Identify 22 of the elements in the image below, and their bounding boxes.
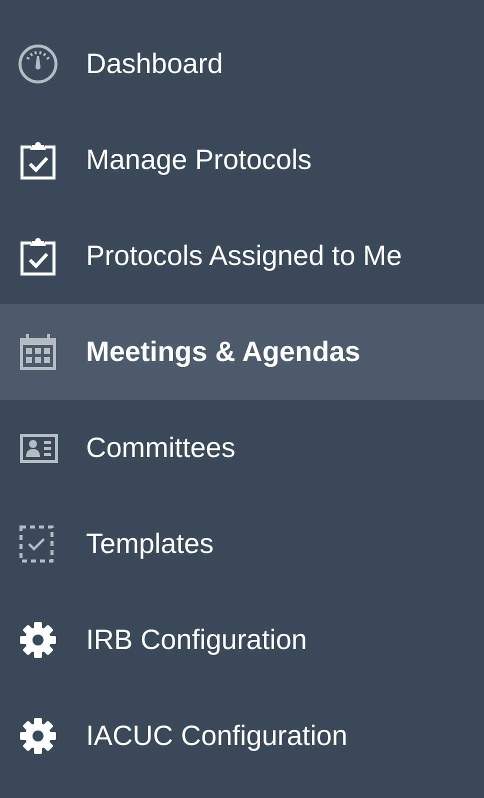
nav-item-label: IRB Configuration	[86, 624, 308, 656]
nav-item-label: IACUC Configuration	[86, 720, 348, 752]
nav-item[interactable]: Committees	[0, 400, 484, 496]
nav-item[interactable]: IRB Configuration	[0, 592, 484, 688]
clipboard-check-icon	[18, 236, 58, 276]
nav-item-label: Templates	[86, 528, 214, 560]
nav-item[interactable]: Manage Protocols	[0, 112, 484, 208]
nav-item[interactable]: Protocols Assigned to Me	[0, 208, 484, 304]
gauge-icon	[18, 44, 58, 84]
nav-item-label: Manage Protocols	[86, 144, 312, 176]
nav-item-label: Meetings & Agendas	[86, 336, 360, 368]
nav-item-label: Protocols Assigned to Me	[86, 240, 402, 272]
calendar-icon	[18, 332, 58, 372]
settings-icon	[18, 620, 58, 660]
nav-item[interactable]: Dashboard	[0, 16, 484, 112]
nav-item[interactable]: Meetings & Agendas	[0, 304, 484, 400]
clipboard-check-icon	[18, 140, 58, 180]
nav-item-label: Committees	[86, 432, 236, 464]
nav-item[interactable]: IACUC Configuration	[0, 688, 484, 784]
nav-item-label: Dashboard	[86, 48, 223, 80]
settings-icon	[18, 716, 58, 756]
nav-item[interactable]: Templates	[0, 496, 484, 592]
